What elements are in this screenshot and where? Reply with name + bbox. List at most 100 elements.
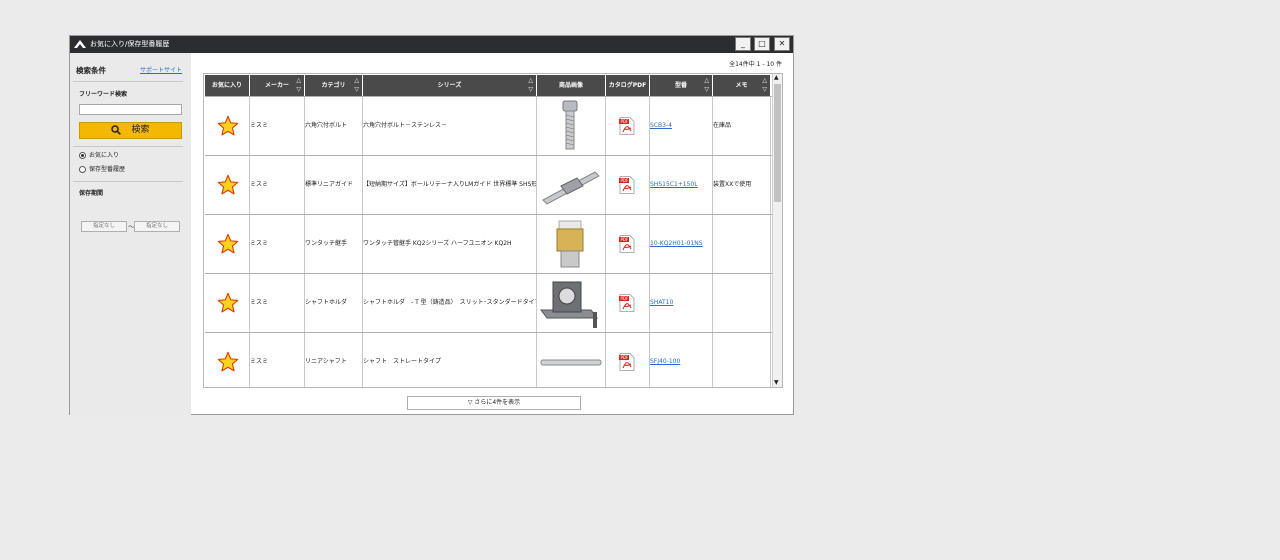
sort-ascending-icon[interactable]: △ <box>762 77 767 84</box>
title-bar[interactable]: お気に入り/保存型番履歴 _ □ ✕ <box>70 36 793 53</box>
part-number-link[interactable]: SHAT10 <box>650 299 673 306</box>
search-button[interactable]: 検索 <box>79 122 182 139</box>
maker-cell: ミスミ <box>250 97 305 155</box>
part-number-link[interactable]: SFJ40-100 <box>650 358 680 365</box>
freeword-input[interactable] <box>79 104 182 115</box>
table-row: ミスミ シャフトホルダ シャフトホルダ - T 型（鋳造品） スリット･スタンダード… <box>205 273 772 332</box>
sort-descending-icon[interactable]: ▽ <box>704 86 709 93</box>
sort-descending-icon[interactable]: ▽ <box>354 86 359 93</box>
series-cell: シャフト ストレートタイプ <box>363 333 537 387</box>
sort-descending-icon[interactable]: ▽ <box>296 86 301 93</box>
memo-text: 装置XXで使用 <box>713 181 752 188</box>
favorite-cell <box>205 274 250 332</box>
results-table: お気に入り メーカー △ ▽ カテゴリ △ ▽ シリーズ △ ▽ 商品画像 カタログPDF 型番 △ ▽ メモ… <box>203 73 783 388</box>
part-number-link[interactable]: SHS15C1+150L <box>650 181 698 188</box>
column-header-label: メモ <box>735 82 748 89</box>
pdf-icon[interactable]: PDF <box>619 353 635 371</box>
table-scrollbar[interactable]: ▲ ▼ <box>772 74 782 387</box>
favorite-cell <box>205 333 250 387</box>
favorite-star-icon[interactable] <box>217 351 239 373</box>
scrollbar-thumb[interactable] <box>774 84 781 202</box>
fitting-image <box>556 220 584 268</box>
pdf-icon[interactable]: PDF <box>619 235 635 253</box>
series-cell: ワンタッチ管継手 KQ2シリーズ ハーフユニオン KQ2H <box>363 215 537 273</box>
part-number-cell: SHS15C1+150L <box>650 156 713 214</box>
column-header-label: メーカー <box>264 82 289 89</box>
divider <box>73 181 183 182</box>
favorite-star-icon[interactable] <box>217 233 239 255</box>
column-header-favorite: お気に入り <box>205 75 250 96</box>
sort-descending-icon[interactable]: ▽ <box>528 86 533 93</box>
maker-text: ミスミ <box>250 122 269 129</box>
support-site-link[interactable]: サポートサイト <box>140 65 182 74</box>
maximize-button[interactable]: □ <box>754 37 770 51</box>
window-title: お気に入り/保存型番履歴 <box>90 40 170 48</box>
column-header-category[interactable]: カテゴリ △ ▽ <box>305 75 363 96</box>
radio-label: 保存型番履歴 <box>89 166 126 173</box>
period-label: 保存期間 <box>79 190 104 197</box>
category-text: リニアシャフト <box>305 358 347 365</box>
show-more-button[interactable]: ▽ さらに4件を表示 <box>407 396 581 410</box>
column-header-label: シリーズ <box>437 82 462 89</box>
linear-shaft-image <box>540 359 602 366</box>
series-cell: シャフトホルダ - T 型（鋳造品） スリット･スタンダードタイプ <box>363 274 537 332</box>
memo-text: 在庫品 <box>713 122 732 129</box>
svg-text:PDF: PDF <box>621 178 629 183</box>
series-text: ワンタッチ管継手 KQ2シリーズ ハーフユニオン KQ2H <box>363 240 512 247</box>
column-header-part-number[interactable]: 型番 △ ▽ <box>650 75 713 96</box>
period-to-button[interactable]: 指定なし <box>134 221 180 232</box>
column-header-catalog-pdf: カタログPDF <box>606 75 650 96</box>
series-cell: 六角穴付ボルト－ステンレス－ <box>363 97 537 155</box>
radio-saved-history[interactable]: 保存型番履歴 <box>79 166 125 174</box>
radio-checked-icon <box>79 152 86 159</box>
favorite-cell <box>205 215 250 273</box>
favorite-star-icon[interactable] <box>217 115 239 137</box>
svg-text:PDF: PDF <box>621 296 629 301</box>
series-cell: 【短納期サイズ】ボールリテーナ入りLMガイド 世界標準 SHS形 <box>363 156 537 214</box>
table-row: ミスミ リニアシャフト シャフト ストレートタイプ PDF SFJ40-100 <box>205 332 772 387</box>
part-number-link[interactable]: SCB3-4 <box>650 122 672 129</box>
column-header-maker[interactable]: メーカー △ ▽ <box>250 75 305 96</box>
hex-bolt-image <box>562 100 578 150</box>
pdf-icon[interactable]: PDF <box>619 294 635 312</box>
search-button-label: 検索 <box>131 125 150 135</box>
sort-ascending-icon[interactable]: △ <box>704 77 709 84</box>
scroll-down-icon[interactable]: ▼ <box>774 379 779 387</box>
part-number-cell: SCB3-4 <box>650 97 713 155</box>
period-from-button[interactable]: 指定なし <box>81 221 127 232</box>
maker-text: ミスミ <box>250 240 269 247</box>
pdf-icon[interactable]: PDF <box>619 117 635 135</box>
svg-text:PDF: PDF <box>621 355 629 360</box>
linear-guide-image <box>542 171 600 205</box>
svg-text:PDF: PDF <box>621 119 629 124</box>
favorite-star-icon[interactable] <box>217 292 239 314</box>
pdf-icon[interactable]: PDF <box>619 176 635 194</box>
result-count: 全14件中 1 - 10 件 <box>729 61 782 68</box>
favorite-star-icon[interactable] <box>217 174 239 196</box>
category-cell: 六角穴付ボルト <box>305 97 363 155</box>
column-header-memo[interactable]: メモ △ ▽ <box>713 75 771 96</box>
sort-descending-icon[interactable]: ▽ <box>762 86 767 93</box>
maker-text: ミスミ <box>250 299 269 306</box>
maker-cell: ミスミ <box>250 333 305 387</box>
memo-cell: 装置XXで使用 <box>713 156 771 214</box>
sort-ascending-icon[interactable]: △ <box>528 77 533 84</box>
radio-favorites[interactable]: お気に入り <box>79 152 119 160</box>
image-cell <box>537 274 606 332</box>
maker-cell: ミスミ <box>250 156 305 214</box>
column-header-series[interactable]: シリーズ △ ▽ <box>363 75 537 96</box>
minimize-button[interactable]: _ <box>735 37 751 51</box>
series-text: シャフト ストレートタイプ <box>363 358 442 365</box>
scroll-up-icon[interactable]: ▲ <box>774 74 779 82</box>
sort-ascending-icon[interactable]: △ <box>296 77 301 84</box>
close-button[interactable]: ✕ <box>774 37 790 51</box>
maker-cell: ミスミ <box>250 274 305 332</box>
sort-ascending-icon[interactable]: △ <box>354 77 359 84</box>
favorites-window: お気に入り/保存型番履歴 _ □ ✕ 検索条件 サポートサイト フリーワード検索… <box>69 35 794 415</box>
part-number-link[interactable]: 10-KQ2H01-01NS <box>650 240 703 247</box>
table-row: ミスミ 六角穴付ボルト 六角穴付ボルト－ステンレス－ PDF SCB3-4 在庫品 <box>205 96 772 155</box>
freeword-label: フリーワード検索 <box>79 91 128 98</box>
table-row: ミスミ ワンタッチ継手 ワンタッチ管継手 KQ2シリーズ ハーフユニオン KQ2H … <box>205 214 772 273</box>
column-header-label: お気に入り <box>211 82 242 89</box>
image-cell <box>537 215 606 273</box>
